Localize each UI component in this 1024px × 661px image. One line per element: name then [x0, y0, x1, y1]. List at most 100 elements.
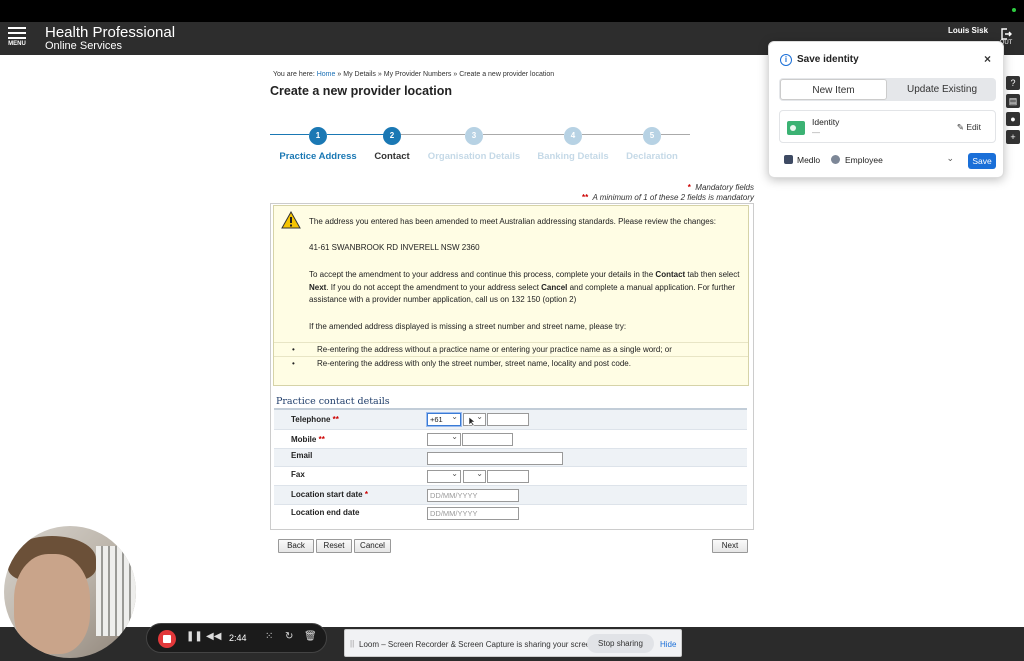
save-button[interactable]: Save — [968, 153, 996, 169]
alert-next-bold: Next — [309, 282, 327, 292]
stop-sharing-button[interactable]: Stop sharing — [587, 634, 654, 653]
required-star: * — [364, 490, 368, 499]
start-date-row: Location start date * DD/MM/YYYY — [274, 486, 747, 505]
close-icon[interactable]: × — [984, 52, 991, 66]
cancel-button[interactable]: Cancel — [354, 539, 391, 553]
mandatory-legend: * Mandatory fields ** A minimum of 1 of … — [560, 183, 754, 203]
identity-item-subtitle: — — [812, 128, 820, 137]
end-date-label: Location end date — [291, 507, 360, 517]
step-3-circle: 3 — [465, 127, 483, 145]
brand-title: Health Professional — [45, 24, 176, 41]
chat-icon[interactable]: ● — [1006, 112, 1020, 126]
zoom-in-icon[interactable]: + — [1006, 130, 1020, 144]
address-amended-alert: The address you entered has been amended… — [273, 205, 749, 386]
fax-row: Fax — [274, 467, 747, 486]
breadcrumb-home[interactable]: Home — [317, 71, 336, 78]
mobile-prefix-select[interactable] — [427, 431, 461, 446]
breadcrumb: You are here: Home » My Details » My Pro… — [273, 71, 554, 78]
edit-button[interactable]: ✎ Edit — [957, 122, 981, 133]
required-double-star: ** — [582, 193, 589, 202]
webcam-bubble[interactable] — [4, 526, 136, 658]
breadcrumb-provider-numbers[interactable]: My Provider Numbers — [384, 71, 452, 78]
progress-stepper: 1 2 3 4 5 Practice Address Contact Organ… — [270, 124, 690, 164]
rewind-icon[interactable]: ◀◀ — [206, 631, 221, 642]
pencil-icon: ✎ — [956, 122, 964, 132]
collection-icon — [831, 155, 840, 164]
fax-area-select[interactable] — [463, 468, 486, 483]
telephone-number-input[interactable] — [487, 413, 529, 426]
hamburger-icon — [8, 26, 26, 40]
breadcrumb-prefix: You are here: — [273, 71, 315, 78]
mobile-row: Mobile ** — [274, 430, 747, 449]
save-mode-toggle: New Item Update Existing — [779, 78, 996, 101]
alert-accept-part: . If you do not accept the amendment to … — [326, 282, 542, 292]
step-2-label: Contact — [374, 151, 410, 162]
popup-footer: Medlo Employee ⌄ Save — [779, 152, 996, 170]
telephone-country-select[interactable]: +61 — [427, 411, 461, 426]
reset-button[interactable]: Reset — [316, 539, 352, 553]
site-logo[interactable]: Health Professional Online Services — [45, 25, 175, 52]
step-1-label[interactable]: Practice Address — [279, 151, 356, 162]
mandatory-min-text: A minimum of 1 of these 2 fields is mand… — [592, 193, 754, 202]
email-field[interactable] — [427, 451, 563, 465]
alert-intro: The address you entered has been amended… — [309, 217, 716, 226]
save-identity-popup: i Save identity × New Item Update Existi… — [768, 41, 1004, 178]
drag-handle-icon[interactable]: || — [350, 639, 354, 648]
telephone-label-text: Telephone — [291, 415, 331, 424]
start-date-input[interactable]: DD/MM/YYYY — [427, 489, 519, 502]
mandatory-fields-text: Mandatory fields — [695, 183, 754, 192]
vault-selector[interactable]: Medlo — [784, 155, 820, 165]
step-4-label: Banking Details — [537, 151, 609, 162]
end-date-input[interactable]: DD/MM/YYYY — [427, 506, 519, 520]
hide-share-bar-link[interactable]: Hide — [660, 640, 676, 649]
alert-accept-part: To accept the amendment to your address … — [309, 270, 656, 279]
breadcrumb-current: Create a new provider location — [459, 71, 555, 78]
menu-button[interactable]: MENU — [6, 26, 28, 52]
mobile-number-input[interactable] — [462, 433, 513, 446]
step-5-circle: 5 — [643, 127, 661, 145]
end-date-row: Location end date DD/MM/YYYY — [274, 505, 747, 524]
identity-card-icon — [787, 121, 805, 135]
required-double-star: ** — [332, 415, 339, 424]
mobile-label: Mobile ** — [291, 435, 325, 444]
back-button[interactable]: Back — [278, 539, 314, 553]
step-5-label: Declaration — [626, 151, 678, 162]
stop-recording-button[interactable] — [158, 630, 176, 648]
collection-select[interactable]: Employee ⌄ — [831, 153, 954, 165]
alert-bullet-1: Re-entering the address without a practi… — [274, 342, 748, 356]
breadcrumb-sep: » — [453, 71, 458, 78]
restart-icon[interactable]: ↻ — [285, 631, 293, 642]
fax-number-input[interactable] — [487, 470, 529, 483]
tab-update-existing[interactable]: Update Existing — [889, 79, 995, 100]
pause-icon[interactable]: ❚❚ — [186, 631, 203, 642]
side-toolbar: ? ▤ ● + — [1006, 76, 1022, 148]
top-system-bar — [0, 0, 1024, 22]
user-name: Louis Sisk — [948, 26, 989, 35]
step-1-circle[interactable]: 1 — [309, 127, 327, 145]
breadcrumb-sep: » — [377, 71, 382, 78]
fax-country-select[interactable] — [427, 468, 461, 483]
edit-label: Edit — [966, 122, 981, 132]
start-date-label-text: Location start date — [291, 490, 363, 499]
telephone-row: Telephone ** +61 — [274, 410, 747, 430]
practice-contact-details: Practice contact details Telephone ** +6… — [274, 393, 747, 522]
info-icon: i — [780, 54, 792, 66]
breadcrumb-my-details[interactable]: My Details — [343, 71, 376, 78]
collection-name: Employee — [845, 155, 883, 165]
help-icon[interactable]: ? — [1006, 76, 1020, 90]
stepper-line — [270, 134, 309, 135]
tab-new-item[interactable]: New Item — [780, 79, 887, 100]
person-face — [14, 554, 90, 654]
start-date-label: Location start date * — [291, 490, 368, 499]
warning-icon — [281, 211, 301, 229]
share-message: Loom – Screen Recorder & Screen Capture … — [359, 640, 597, 649]
step-2-circle: 2 — [383, 127, 401, 145]
trash-icon[interactable]: 🗑 — [304, 631, 317, 642]
menu-label: MENU — [8, 41, 26, 47]
alert-contact-bold: Contact — [655, 270, 686, 279]
alert-cancel-bold: Cancel — [541, 282, 568, 292]
recording-time: 2:44 — [229, 633, 247, 643]
print-icon[interactable]: ▤ — [1006, 94, 1020, 108]
grid-icon[interactable]: ⁙ — [265, 631, 273, 642]
next-button[interactable]: Next — [712, 539, 748, 553]
